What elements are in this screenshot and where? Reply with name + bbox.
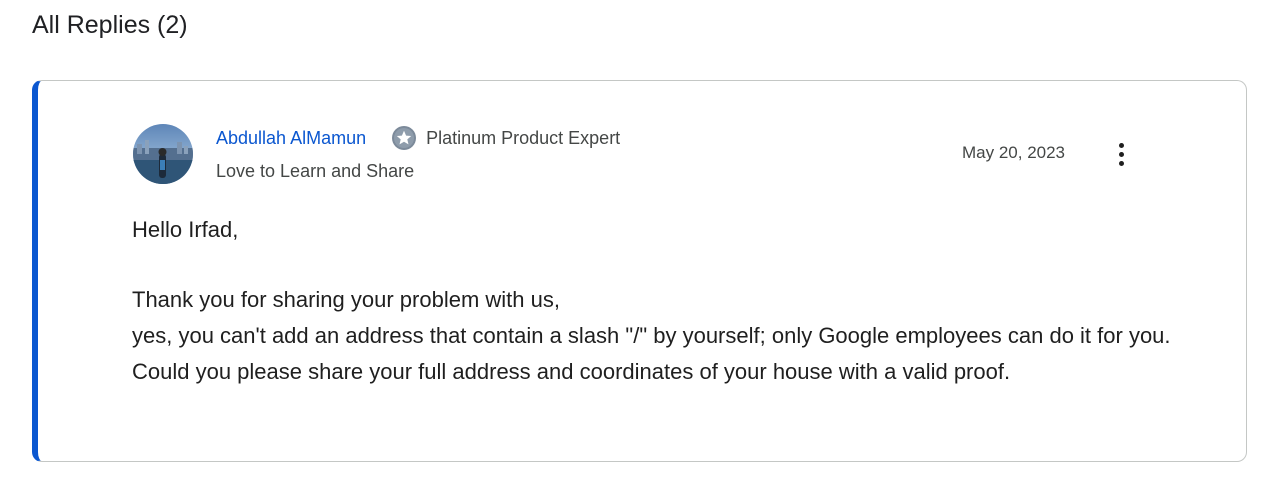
more-vert-icon[interactable] [1106,137,1136,171]
reply-date: May 20, 2023 [962,143,1066,162]
author-avatar[interactable] [133,124,193,184]
reply-card: Abdullah AlMamun Platinum Product Expert… [32,80,1247,462]
replies-heading: All Replies (2) [32,11,188,39]
author-row: Abdullah AlMamun Platinum Product Expert [216,125,620,151]
author-name-link[interactable]: Abdullah AlMamun [216,128,366,149]
menu-dot [1118,142,1124,148]
author-tagline: Love to Learn and Share [216,161,415,181]
menu-dot [1118,160,1124,166]
reply-body: Hello Irfad, Thank you for sharing your … [132,212,1172,390]
reply-paragraph: yes, you can't add an address that conta… [132,323,1171,384]
platinum-badge-icon [392,126,417,150]
replies-page: All Replies (2) Abdullah AlMamun Platinu… [0,0,1280,494]
reply-paragraph: Thank you for sharing your problem with … [132,287,560,312]
menu-dot [1118,151,1124,157]
avatar-image [133,124,193,184]
expert-badge-label: Platinum Product Expert [426,127,621,148]
reply-greeting: Hello Irfad, [132,217,239,242]
